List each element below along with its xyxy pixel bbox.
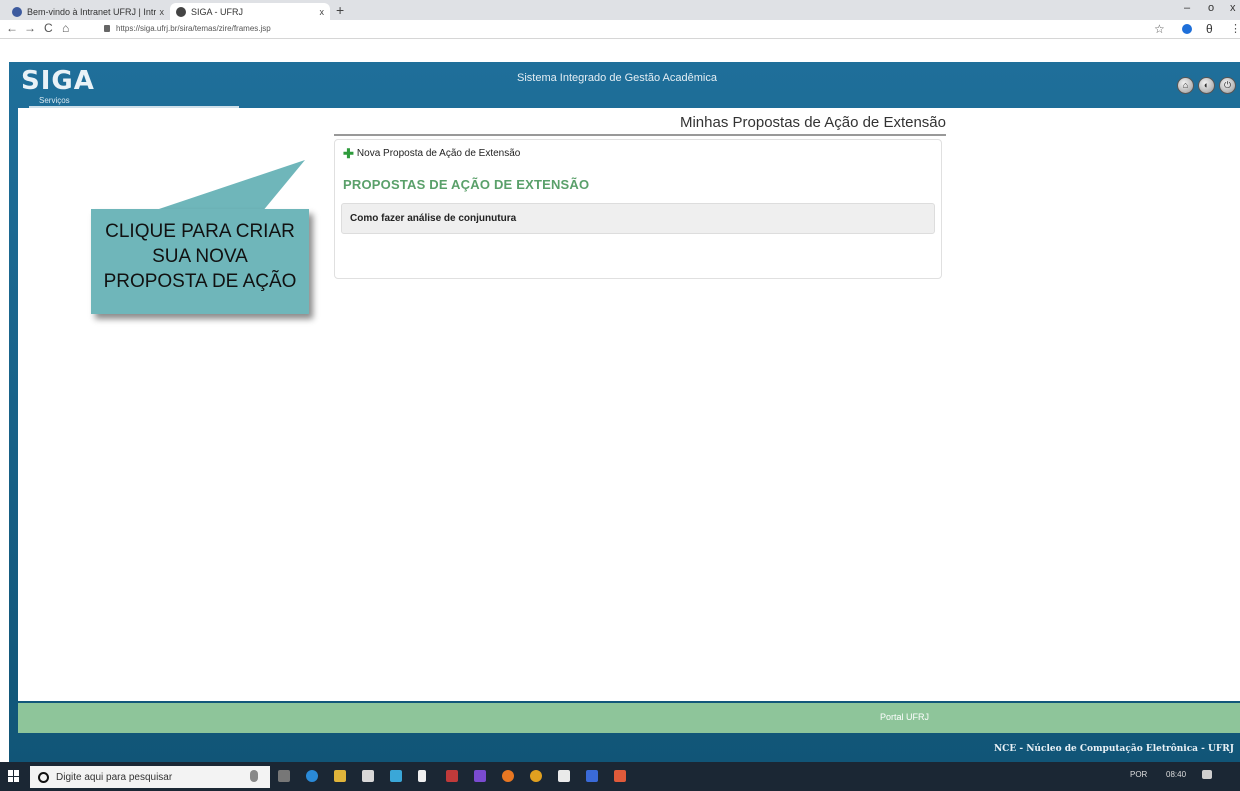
system-title: Sistema Integrado de Gestão Acadêmica [517,72,717,84]
proposals-panel: ✚ Nova Proposta de Ação de Extensão PROP… [334,139,942,279]
pdf-icon[interactable] [446,770,458,782]
language-indicator[interactable]: POR [1130,770,1147,779]
home-button[interactable]: ⌂ [62,21,69,35]
edge-icon[interactable] [306,770,318,782]
siga-frame: SIGA Serviços Sistema Integrado de Gestã… [9,62,1240,762]
extension-icon[interactable] [1182,24,1192,34]
maximize-button[interactable]: o [1208,2,1214,14]
theme-round-button[interactable]: ◐ [1198,77,1215,94]
page-title: Minhas Propostas de Ação de Extensão [334,114,946,136]
windows-start-icon[interactable] [8,770,20,782]
url-text: https://siga.ufrj.br/sira/temas/zire/fra… [116,24,271,33]
proposal-item[interactable]: Como fazer análise de conjunutura [341,203,935,234]
close-window-button[interactable]: x [1230,2,1236,14]
services-menu[interactable]: Serviços [39,96,70,105]
close-tab-icon[interactable]: x [160,7,165,17]
tab-intranet[interactable]: Bem-vindo à Intranet UFRJ | Intr x [6,3,170,20]
plus-icon: ✚ [343,145,354,161]
app-icon[interactable] [390,770,402,782]
profile-icon[interactable]: θ [1206,22,1213,36]
back-button[interactable]: ← [6,21,18,35]
portal-ufrj-link[interactable]: Portal UFRJ [880,712,929,722]
lock-icon [104,25,110,32]
tab-label: SIGA - UFRJ [191,6,244,17]
new-proposal-link[interactable]: ✚ Nova Proposta de Ação de Extensão [343,145,521,161]
address-bar: ← → C ⌂ https://siga.ufrj.br/sira/temas/… [0,20,1240,39]
chrome-icon[interactable] [530,770,542,782]
footer-bar: Portal UFRJ [18,703,1240,733]
notification-icon[interactable] [1202,770,1212,779]
url-field[interactable]: https://siga.ufrj.br/sira/temas/zire/fra… [104,24,271,33]
tab-siga[interactable]: SIGA - UFRJ x [170,3,330,20]
close-tab-icon[interactable]: x [320,7,325,17]
browser-menu-icon[interactable]: ⋮ [1230,22,1240,35]
main-content: Minhas Propostas de Ação de Extensão ✚ N… [18,108,1240,701]
app-icon[interactable] [474,770,486,782]
credit-text: NCE - Núcleo de Computação Eletrônica - … [993,744,1234,754]
siga-favicon-icon [176,6,186,17]
reload-button[interactable]: C [44,21,53,35]
siga-logo[interactable]: SIGA [21,66,95,96]
taskbar: Digite aqui para pesquisar POR 08:40 [0,762,1240,791]
powerpoint-icon[interactable] [614,770,626,782]
home-round-button[interactable]: ⌂ [1177,77,1194,94]
intranet-favicon-icon [12,6,22,17]
search-circle-icon [38,771,49,783]
section-title: PROPOSTAS DE AÇÃO DE EXTENSÃO [343,177,590,192]
taskbar-search-input[interactable]: Digite aqui para pesquisar [30,766,270,788]
minimize-button[interactable]: – [1184,2,1190,14]
task-view-icon[interactable] [278,770,290,782]
new-proposal-label: Nova Proposta de Ação de Extensão [356,148,521,159]
forward-button[interactable]: → [24,21,36,35]
browser-tab-bar: Bem-vindo à Intranet UFRJ | Intr x SIGA … [0,0,1240,20]
clock[interactable]: 08:40 [1166,770,1186,779]
callout-line: CLIQUE PARA CRIAR [105,221,295,242]
microphone-icon[interactable] [250,770,258,782]
tab-label: Bem-vindo à Intranet UFRJ | Intr [27,6,156,17]
mail-icon[interactable] [558,770,570,782]
store-icon[interactable] [362,770,374,782]
instruction-callout: CLIQUE PARA CRIAR SUA NOVA PROPOSTA DE A… [91,209,309,314]
search-placeholder: Digite aqui para pesquisar [56,771,173,783]
siga-header: SIGA Serviços Sistema Integrado de Gestã… [9,62,1240,108]
logout-round-button[interactable]: ⏻ [1219,77,1236,94]
word-icon[interactable] [586,770,598,782]
file-explorer-icon[interactable] [334,770,346,782]
document-icon[interactable] [418,770,426,782]
callout-line: SUA NOVA [152,246,248,267]
bookmark-star-icon[interactable]: ☆ [1154,22,1165,36]
firefox-icon[interactable] [502,770,514,782]
callout-line: PROPOSTA DE AÇÃO [103,271,297,292]
new-tab-button[interactable]: + [336,2,344,18]
